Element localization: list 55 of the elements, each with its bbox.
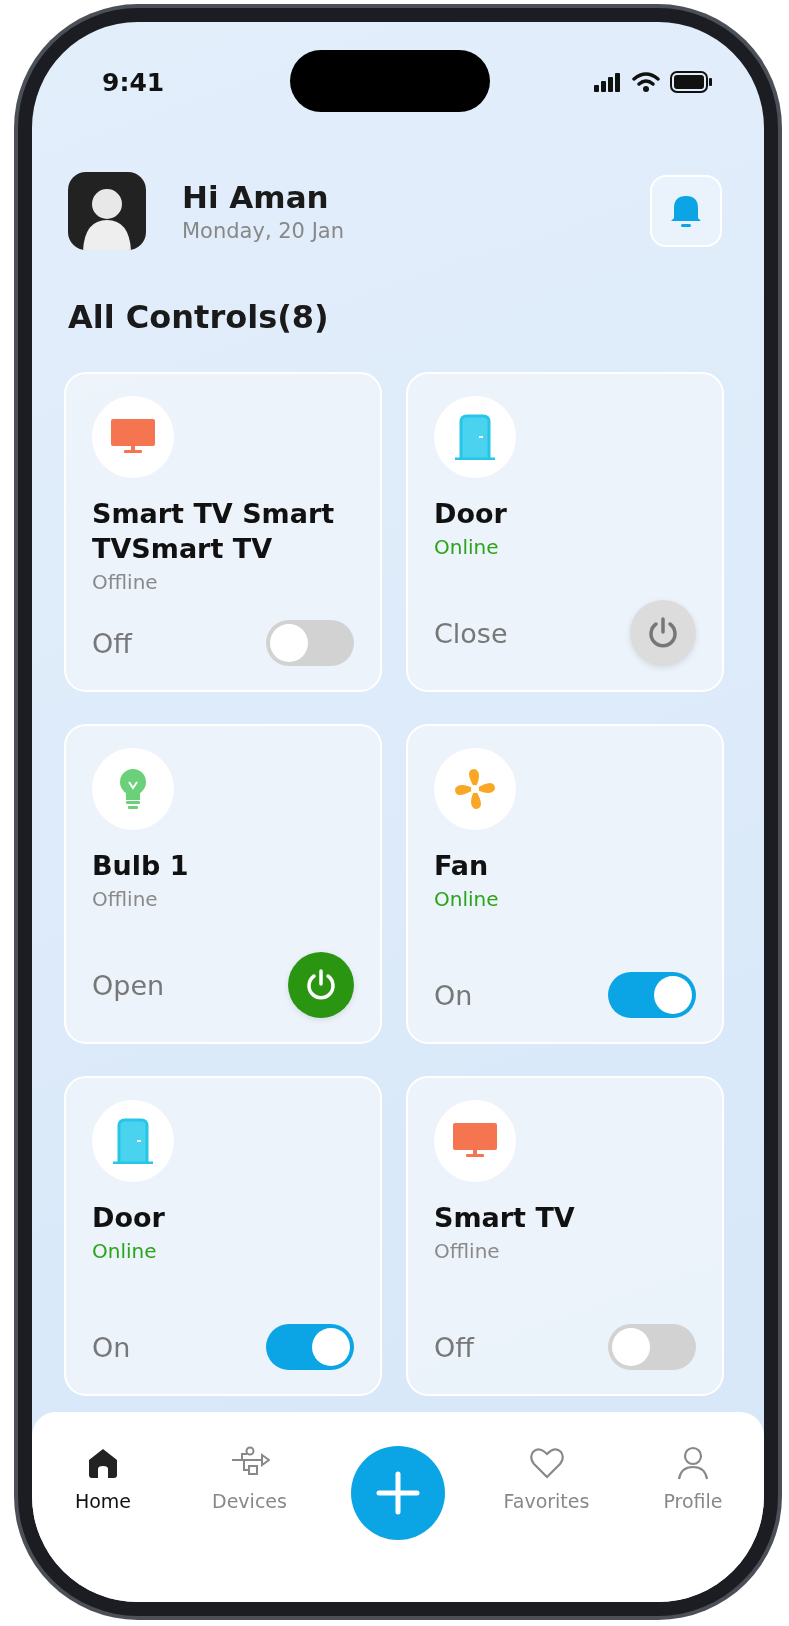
notification-button[interactable] <box>650 175 722 247</box>
device-state: On <box>92 1331 131 1363</box>
wifi-icon <box>632 71 660 93</box>
device-card[interactable]: Bulb 1 Offline Open <box>64 724 382 1044</box>
toggle-switch[interactable] <box>266 1324 354 1370</box>
device-state: Open <box>92 969 165 1001</box>
home-icon <box>86 1446 120 1480</box>
signal-icon <box>594 72 622 92</box>
device-status: Offline <box>434 1239 501 1264</box>
device-card[interactable]: Door Online Close <box>406 372 724 692</box>
device-state: On <box>434 979 473 1011</box>
device-card[interactable]: Smart TV Smart TVSmart TV Offline Off <box>64 372 382 692</box>
device-state: Off <box>92 627 132 659</box>
device-status: Online <box>434 535 500 560</box>
toggle-switch[interactable] <box>266 620 354 666</box>
device-card[interactable]: Smart TV Offline Off <box>406 1076 724 1396</box>
nav-tab[interactable]: Profile <box>648 1446 738 1512</box>
fan-icon <box>453 767 497 811</box>
heart-icon <box>528 1446 565 1480</box>
door-icon <box>453 414 497 460</box>
nav-tab[interactable]: Devices <box>204 1446 295 1512</box>
user-icon <box>677 1446 709 1480</box>
device-card[interactable]: Door Online On <box>64 1076 382 1396</box>
device-name: Smart TV <box>434 1201 576 1235</box>
power-icon <box>304 968 338 1002</box>
tv-icon <box>111 419 155 455</box>
power-button[interactable] <box>288 952 354 1018</box>
nav-tab[interactable]: Home <box>58 1446 148 1512</box>
device-name: Fan <box>434 849 490 883</box>
device-name: Door <box>434 497 508 531</box>
toggle-switch[interactable] <box>608 1324 696 1370</box>
device-status: Offline <box>92 570 159 595</box>
device-card[interactable]: Fan Online On <box>406 724 724 1044</box>
greeting: Hi Aman <box>182 179 330 215</box>
date-text: Monday, 20 Jan <box>182 219 346 243</box>
toggle-switch[interactable] <box>608 972 696 1018</box>
status-time: 9:41 <box>102 67 165 97</box>
battery-icon <box>670 71 712 93</box>
tv-icon <box>453 1123 497 1159</box>
section-title: All Controls(8) <box>68 298 330 336</box>
lightbulb-icon <box>118 768 148 810</box>
device-name: Smart TV Smart TVSmart TV <box>92 497 336 567</box>
device-state: Close <box>434 617 508 649</box>
device-status: Online <box>92 1239 158 1264</box>
device-name: Door <box>92 1201 166 1235</box>
plus-icon <box>376 1471 420 1515</box>
door-icon <box>111 1118 155 1164</box>
power-button[interactable] <box>630 600 696 666</box>
device-status: Online <box>434 887 500 912</box>
device-name: Bulb 1 <box>92 849 190 883</box>
bell-icon <box>669 193 703 229</box>
device-status: Offline <box>92 887 159 912</box>
power-icon <box>646 616 680 650</box>
nav-tab[interactable]: Favorites <box>501 1446 592 1512</box>
device-state: Off <box>434 1331 474 1363</box>
